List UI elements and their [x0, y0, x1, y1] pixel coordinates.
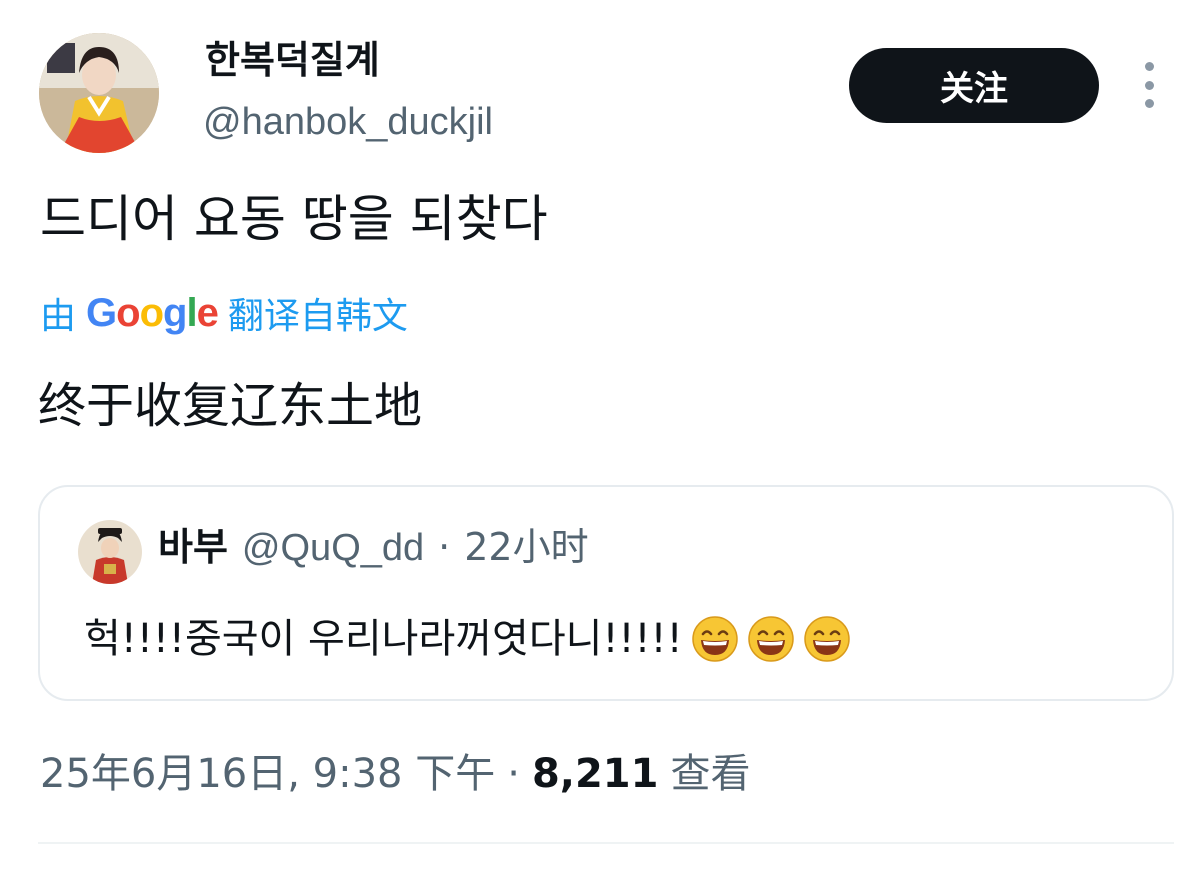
more-dot [1144, 99, 1154, 108]
tweet-timestamp[interactable]: 25年6月16日, 9:38 下午 [40, 752, 495, 796]
quoted-tweet-text-row: 헉!!!!중국이 우리나라꺼엿다니!!!!! [84, 615, 851, 663]
translation-attribution[interactable]: 由 Google 翻译自韩文 [40, 290, 408, 338]
tweet-meta: 25年6月16日, 9:38 下午 · 8,211 查看 [40, 752, 750, 796]
more-dot [1144, 62, 1154, 71]
follow-button[interactable]: 关注 [849, 48, 1099, 123]
more-vertical-icon[interactable] [1134, 62, 1164, 108]
quoted-tweet-text: 헉!!!!중국이 우리나라꺼엿다니!!!!! [84, 616, 683, 662]
author-handle[interactable]: @hanbok_duckjil [203, 101, 493, 144]
quoted-tweet-card[interactable]: 바부 @QuQ_dd · 22小时 헉!!!!중국이 우리나라꺼엿다니!!!!! [38, 485, 1174, 701]
views-count[interactable]: 8,211 [532, 752, 659, 796]
tweet-text: 드디어 요동 땅을 되찾다 [40, 190, 548, 248]
google-logo: Google [86, 290, 219, 335]
quoted-author-handle[interactable]: @QuQ_dd [242, 527, 424, 570]
quoted-timestamp[interactable]: 22小时 [464, 526, 588, 569]
more-dot [1144, 80, 1154, 90]
author-display-name[interactable]: 한복덕질계 [205, 39, 380, 82]
hanbok-portrait-icon [39, 33, 159, 153]
royal-portrait-icon [78, 520, 142, 584]
quoted-author-name[interactable]: 바부 [158, 526, 228, 569]
tweet-container: 한복덕질계 @hanbok_duckjil 关注 드디어 요동 땅을 되찾다 由… [0, 0, 1195, 879]
translation-suffix: 翻译自韩文 [227, 296, 408, 337]
translation-prefix: 由 [40, 296, 77, 337]
views-label: 查看 [670, 751, 751, 797]
grinning-squint-emoji-icon [691, 615, 739, 663]
quoted-tweet-header: 바부 @QuQ_dd · 22小时 [158, 525, 589, 570]
quoted-separator: · [438, 525, 451, 569]
grinning-squint-emoji-icon [803, 615, 851, 663]
author-avatar[interactable] [39, 33, 159, 153]
divider [38, 842, 1174, 844]
quoted-author-avatar[interactable] [78, 520, 142, 584]
meta-separator: · [507, 751, 520, 797]
grinning-squint-emoji-icon [747, 615, 795, 663]
translated-text: 终于收复辽东土地 [38, 378, 423, 434]
